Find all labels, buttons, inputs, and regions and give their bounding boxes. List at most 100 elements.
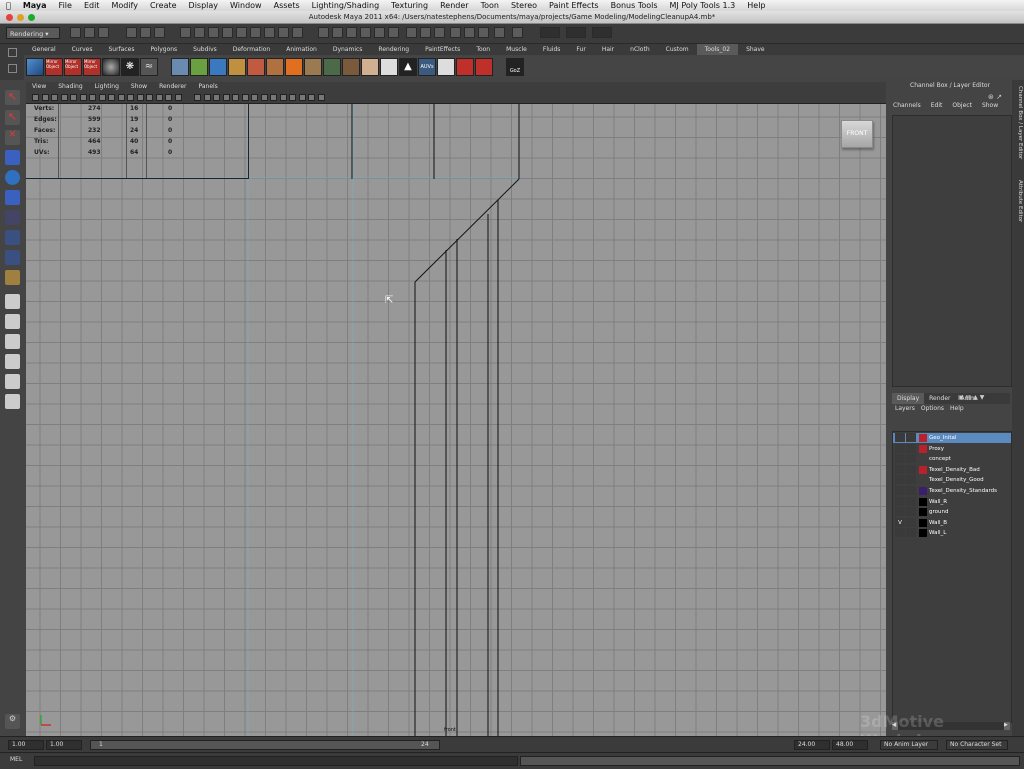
shelf-tab-muscle[interactable]: Muscle — [498, 44, 535, 55]
character-set-field[interactable]: No Character Set — [946, 740, 1008, 750]
last-tool-icon[interactable] — [5, 270, 20, 285]
mac-menu-paint-effects[interactable]: Paint Effects — [543, 1, 605, 10]
shelf-tab-general[interactable]: General — [24, 44, 64, 55]
mac-menu-edit[interactable]: Edit — [78, 1, 106, 10]
layer-visibility-toggle[interactable] — [895, 528, 905, 538]
status-line-button-icon[interactable] — [434, 27, 445, 38]
menu-set-dropdown[interactable]: Rendering ▾ — [6, 27, 60, 39]
mac-menu-mj-poly-tools-1-3[interactable]: MJ Poly Tools 1.3 — [664, 1, 742, 10]
tool-drop-icon[interactable]: ▲ — [399, 58, 417, 76]
hypershade-layout-icon[interactable] — [5, 374, 20, 389]
viewport-tool-icon[interactable] — [174, 94, 182, 101]
viewport-menu-show[interactable]: Show — [125, 82, 153, 92]
mac-menu-bonus-tools[interactable]: Bonus Tools — [605, 1, 664, 10]
status-line-button-icon[interactable] — [494, 27, 505, 38]
viewport-tool-icon[interactable] — [270, 94, 277, 101]
channel-box-menu-object[interactable]: Object — [947, 102, 977, 112]
status-line-button-icon[interactable] — [140, 27, 151, 38]
car-icon-1[interactable] — [456, 58, 474, 76]
status-line-button-icon[interactable] — [278, 27, 289, 38]
portrait-icon-6[interactable] — [342, 58, 360, 76]
status-line-button-icon[interactable] — [406, 27, 417, 38]
manipulator-tool-icon[interactable] — [5, 210, 20, 225]
viewport-tool-icon[interactable] — [70, 94, 77, 101]
shelf-tab-surfaces[interactable]: Surfaces — [100, 44, 142, 55]
status-line-button-icon[interactable] — [98, 27, 109, 38]
layer-color-swatch[interactable] — [919, 465, 927, 474]
layer-visibility-toggle[interactable] — [895, 443, 905, 453]
auvs-icon[interactable]: AUVs — [418, 58, 436, 76]
layer-visibility-toggle[interactable] — [895, 475, 905, 485]
channel-box-menu-channels[interactable]: Channels — [888, 102, 926, 112]
viewport-tool-icon[interactable] — [279, 94, 287, 101]
layer-row[interactable]: Texel_Density_Bad — [893, 464, 1011, 475]
portrait-icon-2[interactable] — [247, 58, 265, 76]
status-line-button-icon[interactable] — [84, 27, 95, 38]
single-perspective-layout-icon[interactable] — [5, 294, 20, 309]
status-line-input[interactable] — [592, 27, 612, 38]
layer-playback-toggle[interactable] — [906, 464, 916, 474]
layer-row[interactable]: V Wall_B — [893, 517, 1011, 528]
viewport-tool-icon[interactable] — [241, 94, 249, 101]
mirror-object-y-icon[interactable]: Mirror Object — [64, 58, 82, 76]
mac-menu-lighting-shading[interactable]: Lighting/Shading — [306, 1, 386, 10]
move-tool-icon[interactable] — [5, 150, 20, 165]
layer-row[interactable]: Texel_Density_Good — [893, 475, 1011, 485]
layer-color-swatch[interactable] — [919, 487, 927, 495]
rotate-tool-icon[interactable] — [5, 170, 20, 185]
viewport-tool-icon[interactable] — [194, 94, 201, 101]
uv-grid-icon[interactable] — [171, 58, 189, 76]
minimize-window-icon[interactable] — [17, 14, 24, 21]
viewport-tool-icon[interactable] — [41, 94, 49, 101]
status-line-button-icon[interactable] — [126, 27, 137, 38]
layer-visibility-toggle[interactable] — [895, 454, 905, 464]
viewport-tool-icon[interactable] — [51, 94, 58, 101]
shelf-tab-fluids[interactable]: Fluids — [535, 44, 569, 55]
select-tool-icon[interactable]: ↖ — [5, 90, 20, 105]
layer-row[interactable]: Proxy — [893, 443, 1011, 454]
curve-tool-icon[interactable]: ≈ — [140, 58, 158, 76]
portrait-icon-3[interactable] — [266, 58, 284, 76]
mirror-object-z-icon[interactable]: Mirror Object — [83, 58, 101, 76]
viewport-front[interactable]: Verts: 274 16 0 Edges: 599 19 0 Faces: 232 24 0 Tris… — [26, 104, 886, 736]
status-line-input[interactable] — [540, 27, 560, 38]
apple-icon[interactable]:  — [0, 1, 17, 10]
viewport-tool-icon[interactable] — [146, 94, 153, 101]
status-line-input[interactable] — [566, 27, 586, 38]
shelf-tab-painteffects[interactable]: PaintEffects — [417, 44, 468, 55]
shelf-tab-rendering[interactable]: Rendering — [370, 44, 417, 55]
viewport-tool-icon[interactable] — [60, 94, 68, 101]
viewport-menu-renderer[interactable]: Renderer — [153, 82, 192, 92]
shelf-tab-subdivs[interactable]: Subdivs — [185, 44, 225, 55]
viewport-tool-icon[interactable] — [79, 94, 87, 101]
viewport-tool-icon[interactable] — [251, 94, 258, 101]
layer-tab-display[interactable]: Display — [892, 393, 925, 404]
shelf-tool-icon-1[interactable] — [190, 58, 208, 76]
layer-row[interactable]: Geo_Inital — [893, 433, 1011, 443]
shelf-tab-ncloth[interactable]: nCloth — [622, 44, 658, 55]
shelf-tab-curves[interactable]: Curves — [64, 44, 101, 55]
viewport-tool-icon[interactable] — [89, 94, 96, 101]
status-line-button-icon[interactable] — [346, 27, 357, 38]
shelf-tab-toon[interactable]: Toon — [468, 44, 498, 55]
lasso-tool-icon[interactable]: ↖ — [5, 110, 20, 125]
viewport-tool-icon[interactable] — [203, 94, 211, 101]
status-line-button-icon[interactable] — [450, 27, 461, 38]
move-layer-up-icon[interactable]: ▲ — [973, 394, 978, 401]
status-line-button-icon[interactable] — [464, 27, 475, 38]
show-manipulator-icon[interactable] — [5, 250, 20, 265]
status-line-button-icon[interactable] — [512, 27, 523, 38]
status-line-button-icon[interactable] — [292, 27, 303, 38]
command-input[interactable] — [34, 756, 518, 766]
status-line-button-icon[interactable] — [236, 27, 247, 38]
viewport-menu-lighting[interactable]: Lighting — [89, 82, 125, 92]
layer-color-swatch[interactable] — [919, 508, 927, 517]
viewport-tool-icon[interactable] — [213, 94, 220, 101]
shelf-cube-icon[interactable] — [26, 58, 44, 76]
perspective-graph-layout-icon[interactable] — [5, 354, 20, 369]
status-line-button-icon[interactable] — [208, 27, 219, 38]
channel-box-menu-show[interactable]: Show — [977, 102, 1003, 112]
layer-row[interactable]: concept — [893, 454, 1011, 464]
viewport-tool-icon[interactable] — [317, 94, 325, 101]
layer-playback-toggle[interactable] — [906, 475, 916, 485]
